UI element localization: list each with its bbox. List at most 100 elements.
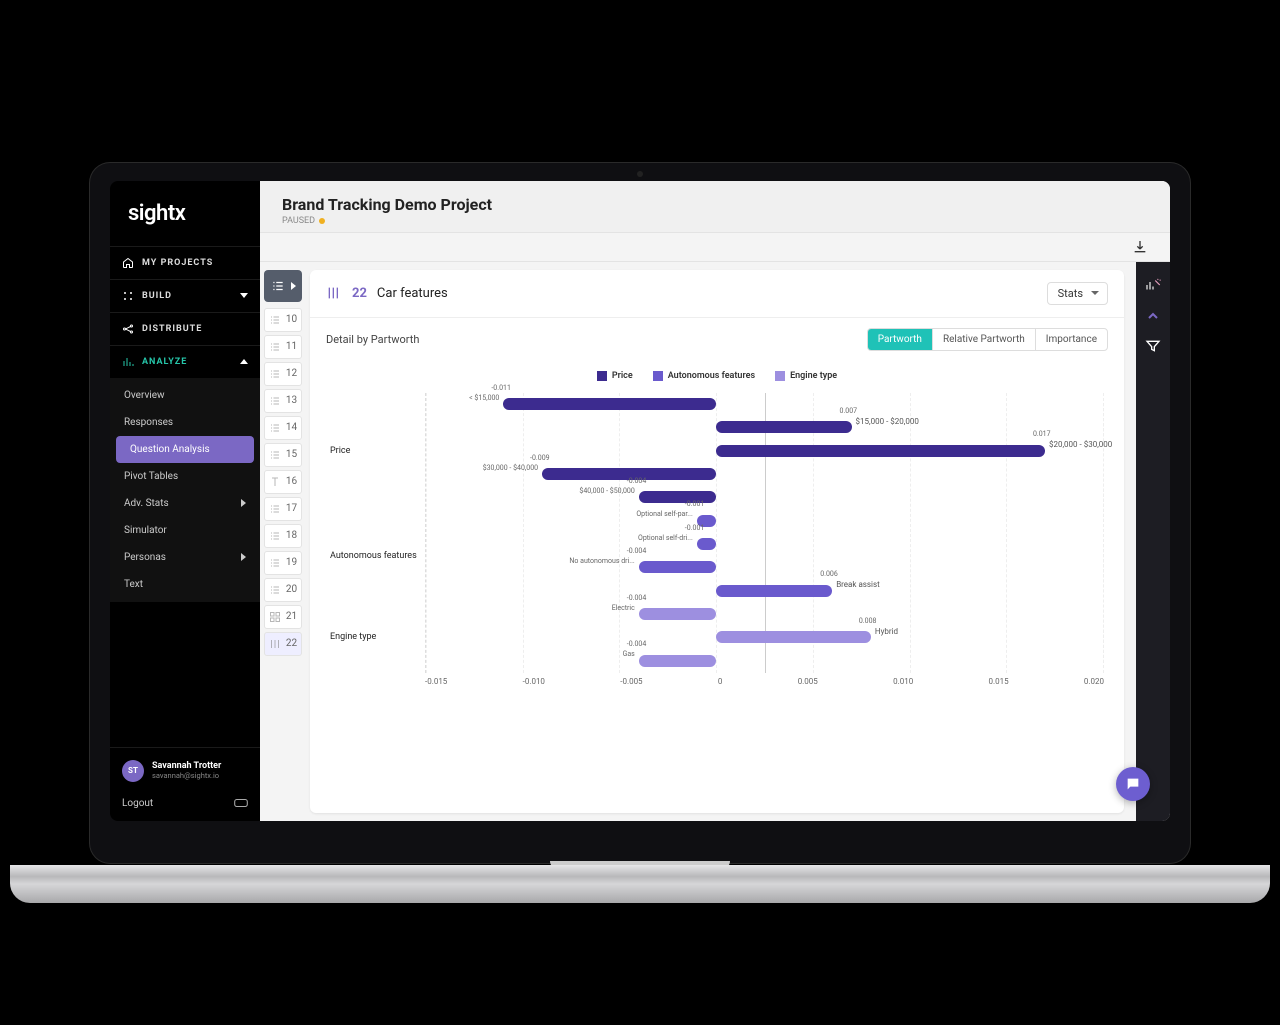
view-segmented: PartworthRelative PartworthImportance [867, 328, 1108, 351]
project-title: Brand Tracking Demo Project [282, 195, 1148, 214]
tab-relative-partworth[interactable]: Relative Partworth [932, 329, 1035, 350]
sidebar-item-simulator[interactable]: Simulator [110, 517, 260, 544]
chevron-right-icon [241, 553, 246, 561]
question-rail: 10 11 12 13 14 15 16 17 18 19 20 21 22 [260, 262, 306, 821]
bar [639, 655, 716, 667]
bar-category: Optional self-dri... [638, 534, 693, 542]
question-rail-number: 22 [286, 638, 297, 649]
question-rail-toggle[interactable] [264, 270, 302, 302]
tab-importance[interactable]: Importance [1035, 329, 1107, 350]
legend-item: Autonomous features [653, 371, 755, 381]
bar [716, 445, 1045, 457]
question-rail-item-21[interactable]: 21 [264, 605, 302, 629]
project-status: PAUSED [282, 216, 1148, 226]
question-rail-item-18[interactable]: 18 [264, 524, 302, 548]
x-tick: 0.020 [1084, 677, 1104, 693]
question-rail-item-15[interactable]: 15 [264, 443, 302, 467]
bar-category: < $15,000 [469, 394, 499, 402]
chevron-right-icon [291, 282, 296, 290]
question-title: Car features [377, 286, 448, 301]
sidebar-item-adv-stats[interactable]: Adv. Stats [110, 490, 260, 517]
logout-button[interactable]: Logout [122, 798, 153, 809]
sidebar-item-text[interactable]: Text [110, 571, 260, 598]
bar-value: 0.006 [820, 570, 838, 578]
question-rail-item-22[interactable]: 22 [264, 632, 302, 656]
analyze-icon [122, 356, 134, 368]
question-number: 22 [352, 286, 367, 301]
bar-value: -0.004 [627, 594, 647, 602]
bar [716, 631, 871, 643]
bar-value: -0.004 [627, 547, 647, 555]
user-email: savannah@sightx.io [152, 771, 221, 780]
download-icon[interactable] [1132, 239, 1148, 255]
question-rail-number: 16 [286, 476, 297, 487]
question-rail-item-17[interactable]: 17 [264, 497, 302, 521]
bar-value: -0.004 [627, 640, 647, 648]
question-rail-item-20[interactable]: 20 [264, 578, 302, 602]
nav-my-projects[interactable]: MY PROJECTS [110, 246, 260, 279]
sidebar-item-personas[interactable]: Personas [110, 544, 260, 571]
nav-my-projects-label: MY PROJECTS [142, 258, 213, 268]
x-tick: -0.015 [425, 677, 447, 693]
sidebar: sightx MY PROJECTS BUILD DISTRIBUTE ANAL… [110, 181, 260, 821]
sidebar-item-responses[interactable]: Responses [110, 409, 260, 436]
question-rail-item-16[interactable]: 16 [264, 470, 302, 494]
sidebar-item-question-analysis[interactable]: Question Analysis [116, 436, 254, 463]
bar [716, 421, 851, 433]
nav-build-label: BUILD [142, 291, 172, 301]
bar-value: 0.007 [840, 407, 858, 415]
nav-build[interactable]: BUILD [110, 279, 260, 312]
question-rail-item-19[interactable]: 19 [264, 551, 302, 575]
question-rail-item-12[interactable]: 12 [264, 362, 302, 386]
sidebar-item-label: Adv. Stats [124, 498, 169, 509]
nav-distribute[interactable]: DISTRIBUTE [110, 312, 260, 345]
filter-icon[interactable] [1145, 338, 1161, 354]
sidebar-item-pivot-tables[interactable]: Pivot Tables [110, 463, 260, 490]
x-tick: 0.010 [893, 677, 913, 693]
bar [697, 538, 716, 550]
question-rail-item-11[interactable]: 11 [264, 335, 302, 359]
bar [639, 608, 716, 620]
header: Brand Tracking Demo Project PAUSED [260, 181, 1170, 233]
bar-category: $20,000 - $30,000 [1049, 440, 1112, 449]
sidebar-item-label: Pivot Tables [124, 471, 178, 482]
sidebar-item-label: Text [124, 579, 143, 590]
question-rail-number: 20 [286, 584, 297, 595]
avatar: ST [122, 760, 144, 782]
question-rail-number: 18 [286, 530, 297, 541]
x-tick: 0 [718, 677, 723, 693]
sidebar-item-overview[interactable]: Overview [110, 382, 260, 409]
bar [639, 561, 716, 573]
bar-category: No autonomous dri... [569, 557, 634, 565]
x-tick: -0.010 [523, 677, 545, 693]
question-rail-item-14[interactable]: 14 [264, 416, 302, 440]
nav-distribute-label: DISTRIBUTE [142, 324, 202, 334]
question-rail-item-10[interactable]: 10 [264, 308, 302, 332]
stats-dropdown[interactable]: Stats [1047, 282, 1108, 305]
chevron-down-icon [240, 293, 248, 298]
wand-icon[interactable] [1144, 276, 1162, 294]
sidebar-item-label: Overview [124, 390, 165, 401]
bar-value: -0.011 [491, 384, 511, 392]
sidebar-item-label: Question Analysis [130, 444, 210, 455]
bar-value: -0.001 [685, 524, 705, 532]
question-rail-number: 19 [286, 557, 297, 568]
build-icon [122, 290, 134, 302]
tool-rail [1136, 262, 1170, 821]
bar-value: -0.009 [530, 454, 550, 462]
bar-value: -0.001 [685, 500, 705, 508]
nav-analyze[interactable]: ANALYZE [110, 345, 260, 378]
question-rail-number: 21 [286, 611, 297, 622]
tab-partworth[interactable]: Partworth [868, 329, 932, 350]
x-tick: 0.015 [989, 677, 1009, 693]
user-name: Savannah Trotter [152, 761, 221, 771]
chat-button[interactable] [1116, 767, 1150, 801]
group-label: Engine type [330, 602, 425, 672]
bar-value: 0.017 [1033, 430, 1051, 438]
conjoint-icon [326, 285, 342, 301]
question-rail-item-13[interactable]: 13 [264, 389, 302, 413]
collapse-icon[interactable] [1147, 312, 1159, 320]
user-block[interactable]: ST Savannah Trotter savannah@sightx.io [122, 760, 248, 782]
chevron-up-icon [240, 359, 248, 364]
x-tick: -0.005 [620, 677, 642, 693]
